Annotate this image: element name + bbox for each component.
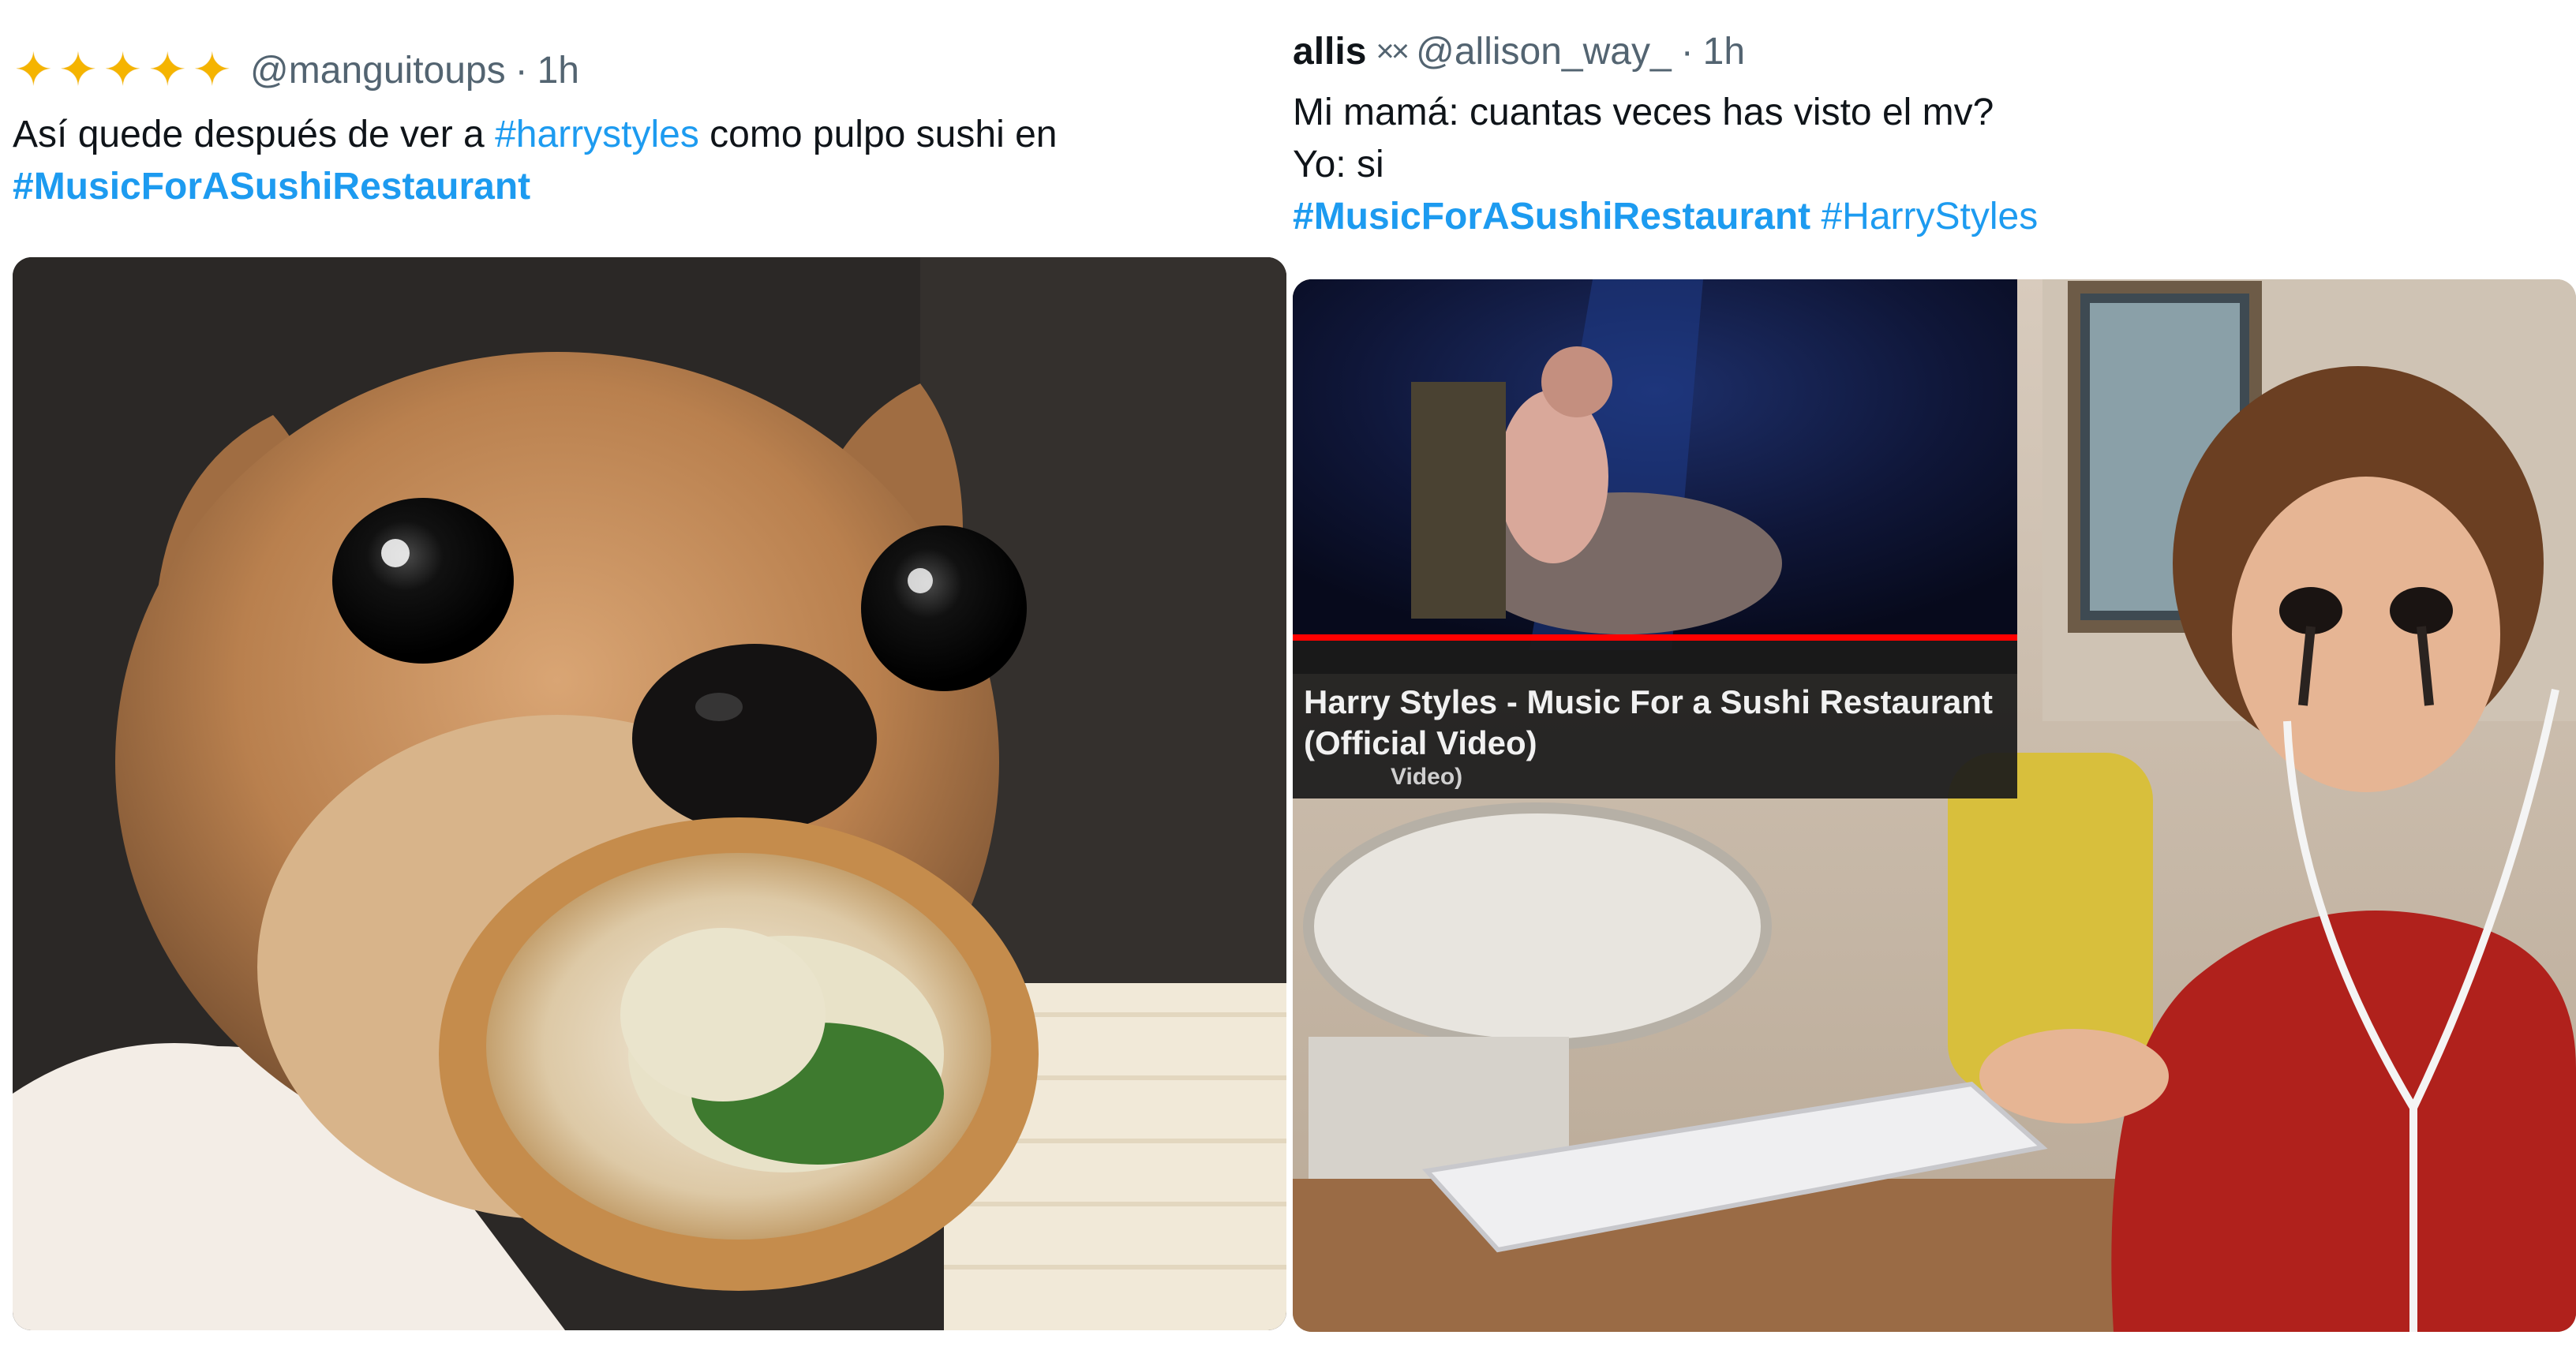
sparkles-icon: ✦	[103, 44, 142, 95]
tweet-header: ✦ ✦ ✦ ✦ ✦ @manguitoups · 1h	[14, 47, 579, 93]
user-handle[interactable]: @manguitoups	[250, 49, 506, 92]
tweet-card-right[interactable]: allis ×× @allison_way_ · 1h Mi mamá: cua…	[1288, 0, 2576, 1365]
timestamp[interactable]: 1h	[537, 49, 579, 92]
hashtag-link[interactable]: #MusicForASushiRestaurant	[13, 166, 530, 208]
tweet-text-line: Yo: si	[1293, 144, 1384, 185]
tweet-header: allis ×× @allison_way_ · 1h	[1293, 30, 1745, 73]
display-name-emoji: ××	[1376, 34, 1410, 69]
user-handle[interactable]: @allison_way_	[1416, 30, 1672, 73]
tweet-text-line: Mi mamá: cuantas veces has visto el mv?	[1293, 92, 1994, 133]
display-name-emoji[interactable]: ✦ ✦ ✦ ✦ ✦	[14, 47, 238, 93]
video-title[interactable]: Harry Styles - Music For a Sushi Restaur…	[1304, 682, 2014, 791]
tweet-text-segment: como pulpo sushi en	[698, 114, 1058, 155]
separator-dot: ·	[515, 49, 528, 92]
tweet-photo[interactable]: Harry Styles - Music For a Sushi Restaur…	[1293, 279, 2576, 1332]
video-progress-bar	[1293, 634, 2017, 641]
tweet-card-left[interactable]: ✦ ✦ ✦ ✦ ✦ @manguitoups · 1h Así quede de…	[0, 0, 1288, 1365]
sparkles-icon: ✦	[58, 44, 98, 95]
hashtag-link[interactable]: #harrystyles	[495, 114, 699, 155]
tweet-photo[interactable]	[13, 257, 1286, 1330]
video-subtitle: Video)	[1391, 764, 1463, 790]
sparkles-icon: ✦	[14, 44, 53, 95]
tweet-text: Así quede después de ver a #harrystyles …	[13, 109, 1057, 213]
tweet-text-segment: Así quede después de ver a	[13, 114, 496, 155]
display-name[interactable]: allis	[1293, 30, 1366, 73]
timestamp[interactable]: 1h	[1703, 30, 1745, 73]
video-title-line: (Official Video)	[1304, 724, 1537, 761]
video-title-line: Harry Styles - Music For a Sushi Restaur…	[1304, 683, 1993, 720]
tweet-text: Mi mamá: cuantas veces has visto el mv? …	[1293, 87, 2038, 243]
sparkles-icon: ✦	[148, 44, 187, 95]
hashtag-link[interactable]: #MusicForASushiRestaurant	[1293, 196, 1810, 237]
sparkles-icon: ✦	[193, 44, 232, 95]
separator-dot: ·	[1680, 31, 1694, 73]
meme-photo	[1293, 279, 2576, 1332]
chihuahua-photo	[13, 257, 1286, 1330]
hashtag-link[interactable]: #HarryStyles	[1821, 196, 2038, 237]
